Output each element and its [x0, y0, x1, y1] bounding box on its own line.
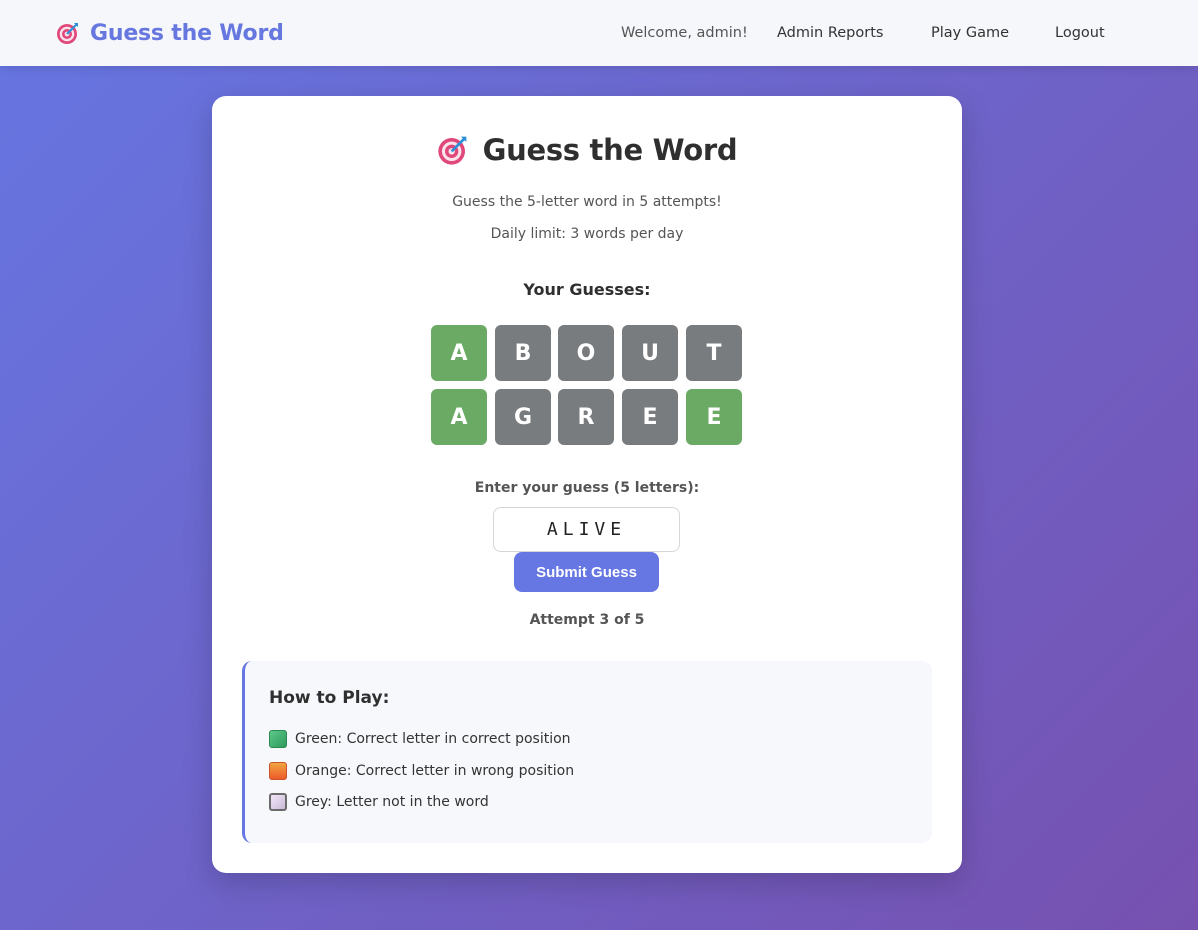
legend-text: Grey: Letter not in the word — [295, 794, 489, 810]
guess-tile: O — [558, 325, 614, 381]
guess-input-label: Enter your guess (5 letters): — [474, 480, 700, 496]
grey-square-icon — [269, 793, 287, 811]
target-dart-icon — [57, 23, 78, 44]
guess-tile: A — [431, 389, 487, 445]
game-title-text: Guess the Word — [482, 133, 738, 167]
guess-tile: B — [495, 325, 551, 381]
welcome-text: Welcome, admin! — [621, 25, 748, 41]
daily-limit-text: Daily limit: 3 words per day — [490, 226, 684, 242]
guess-tile: E — [686, 389, 742, 445]
guess-tile: A — [431, 325, 487, 381]
orange-square-icon — [269, 762, 287, 780]
legend-text: Green: Correct letter in correct positio… — [295, 731, 571, 747]
guess-input[interactable] — [493, 507, 680, 552]
guess-tile: U — [622, 325, 678, 381]
target-dart-icon — [437, 136, 466, 165]
guess-tile: G — [495, 389, 551, 445]
guess-tile: E — [622, 389, 678, 445]
attempt-counter: Attempt 3 of 5 — [529, 612, 645, 628]
game-subtitle: Guess the 5-letter word in 5 attempts! — [452, 194, 722, 210]
submit-guess-button[interactable]: Submit Guess — [514, 552, 659, 592]
how-to-play-title: How to Play: — [269, 688, 390, 708]
guess-tile: T — [686, 325, 742, 381]
green-square-icon — [269, 730, 287, 748]
nav-play-game[interactable]: Play Game — [931, 23, 1009, 43]
legend-item-orange: Orange: Correct letter in wrong position — [269, 761, 574, 781]
navbar: Guess the Word Welcome, admin! Admin Rep… — [0, 0, 1198, 66]
guesses-heading: Your Guesses: — [523, 280, 651, 299]
legend-item-grey: Grey: Letter not in the word — [269, 792, 489, 812]
how-to-play-panel: How to Play: Green: Correct letter in co… — [242, 661, 932, 843]
legend-item-green: Green: Correct letter in correct positio… — [269, 729, 571, 749]
game-title: Guess the Word — [212, 133, 962, 167]
nav-admin-reports[interactable]: Admin Reports — [777, 23, 883, 43]
guess-tile: R — [558, 389, 614, 445]
brand-title: Guess the Word — [90, 20, 284, 46]
brand-link[interactable]: Guess the Word — [56, 17, 284, 49]
nav-logout[interactable]: Logout — [1055, 23, 1105, 43]
legend-text: Orange: Correct letter in wrong position — [295, 763, 575, 779]
